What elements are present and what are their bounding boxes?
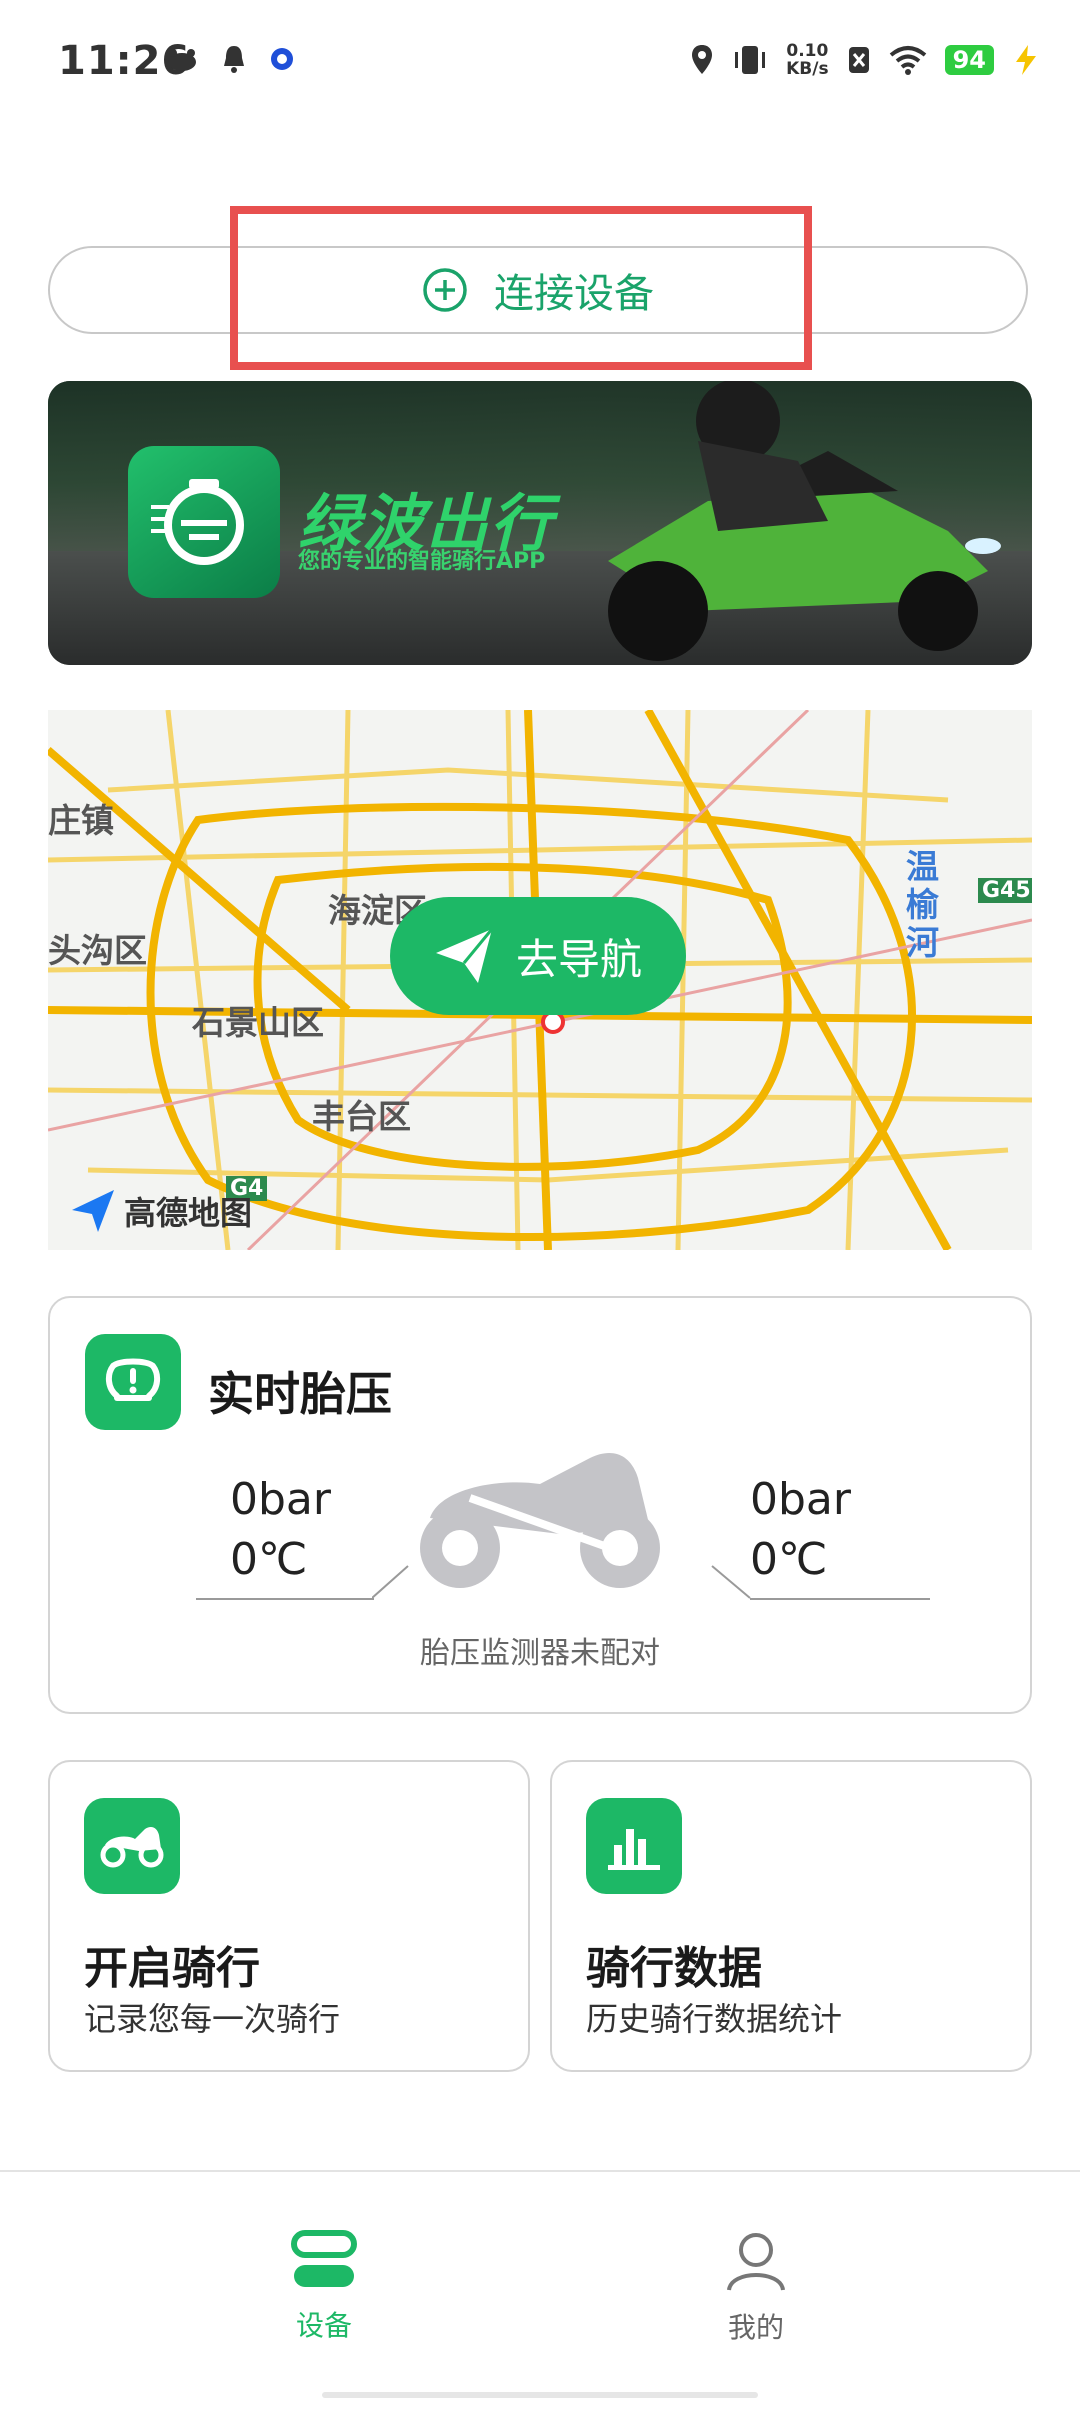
map-provider-label: 高德地图 bbox=[124, 1194, 253, 1232]
rear-tire-line bbox=[750, 1598, 930, 1600]
plus-circle-icon bbox=[423, 268, 467, 312]
net-speed-unit: KB/s bbox=[786, 59, 829, 79]
front-tire-pressure: 0bar bbox=[230, 1474, 331, 1525]
nav-tab-mine-label: 我的 bbox=[727, 2311, 784, 2344]
amap-icon bbox=[72, 1190, 114, 1232]
tire-pressure-card[interactable]: 实时胎压 0bar 0℃ 0bar 0℃ 胎压监测器未配对 bbox=[48, 1296, 1032, 1714]
nav-tab-mine[interactable]: 我的 bbox=[656, 2230, 856, 2346]
map-provider-logo: 高德地图 bbox=[70, 1188, 252, 1234]
start-ride-card[interactable]: 开启骑行 记录您每一次骑行 bbox=[48, 1760, 530, 2072]
status-left-icons bbox=[165, 44, 295, 74]
rear-tire-pressure: 0bar bbox=[750, 1474, 851, 1525]
nav-tab-device[interactable]: 设备 bbox=[224, 2230, 424, 2344]
map-view[interactable]: 庄镇 海淀区 头沟区 石景山区 丰台区 温 榆 河 G45 G4 去导航 高德地… bbox=[48, 710, 1032, 1250]
cat-icon bbox=[168, 49, 196, 71]
map-label-mentougou: 头沟区 bbox=[48, 931, 147, 970]
motorcycle-rider-image bbox=[608, 381, 1001, 661]
app-logo bbox=[128, 446, 280, 598]
circle-app-icon bbox=[271, 48, 293, 70]
map-label-g45: G45 bbox=[978, 878, 1032, 903]
tire-pressure-icon bbox=[85, 1334, 181, 1430]
connect-device-button[interactable]: 连接设备 bbox=[48, 246, 1028, 334]
map-label-zhuangzhen: 庄镇 bbox=[48, 801, 114, 840]
paper-plane-icon bbox=[435, 928, 494, 983]
navigate-label: 去导航 bbox=[515, 934, 642, 984]
net-speed: 0.10 KB/s bbox=[786, 42, 828, 78]
net-speed-value: 0.10 bbox=[786, 41, 829, 61]
vibrate-icon bbox=[735, 46, 766, 74]
wifi-icon bbox=[889, 46, 926, 75]
rear-tire-connector bbox=[711, 1565, 751, 1599]
nav-tab-device-label: 设备 bbox=[295, 2309, 352, 2342]
ride-data-card[interactable]: 骑行数据 历史骑行数据统计 bbox=[550, 1760, 1032, 2072]
bell-icon bbox=[224, 46, 244, 73]
map-label-fengtai: 丰台区 bbox=[312, 1097, 411, 1136]
start-ride-title: 开启骑行 bbox=[84, 1943, 260, 1994]
map-label-he: 河 bbox=[906, 923, 939, 962]
front-tire-temp: 0℃ bbox=[230, 1534, 308, 1585]
user-icon bbox=[727, 2233, 785, 2291]
tire-pressure-title: 实时胎压 bbox=[208, 1367, 392, 1421]
rear-tire-temp: 0℃ bbox=[750, 1534, 828, 1585]
tire-monitor-status: 胎压监测器未配对 bbox=[420, 1636, 660, 1671]
front-tire-connector bbox=[372, 1565, 409, 1599]
home-indicator[interactable] bbox=[322, 2392, 758, 2398]
navigate-button[interactable]: 去导航 bbox=[390, 897, 686, 1015]
front-tire-line bbox=[196, 1598, 374, 1600]
promo-banner[interactable]: 绿波出行 您的专业的智能骑行APP bbox=[48, 381, 1032, 665]
ride-data-title: 骑行数据 bbox=[586, 1943, 762, 1994]
brand-subtitle: 您的专业的智能骑行APP bbox=[298, 549, 546, 574]
device-icon bbox=[291, 2230, 357, 2287]
charging-icon bbox=[1016, 45, 1036, 75]
status-bar: 11:26 0.10 KB/s 94 bbox=[0, 0, 1080, 130]
status-right-icons: 0.10 KB/s 94 bbox=[690, 42, 1040, 78]
motorcycle-icon bbox=[84, 1798, 180, 1894]
map-label-shijingshan: 石景山区 bbox=[192, 1003, 324, 1042]
bar-chart-icon bbox=[586, 1798, 682, 1894]
bottom-nav: 设备 我的 bbox=[0, 2170, 1080, 2410]
location-icon bbox=[692, 45, 713, 74]
ride-data-subtitle: 历史骑行数据统计 bbox=[586, 2000, 843, 2038]
start-ride-subtitle: 记录您每一次骑行 bbox=[84, 2000, 341, 2038]
motorcycle-icon bbox=[420, 1452, 660, 1588]
connect-device-label: 连接设备 bbox=[494, 271, 654, 317]
no-sim-icon bbox=[848, 47, 869, 73]
battery-indicator: 94 bbox=[944, 45, 994, 75]
